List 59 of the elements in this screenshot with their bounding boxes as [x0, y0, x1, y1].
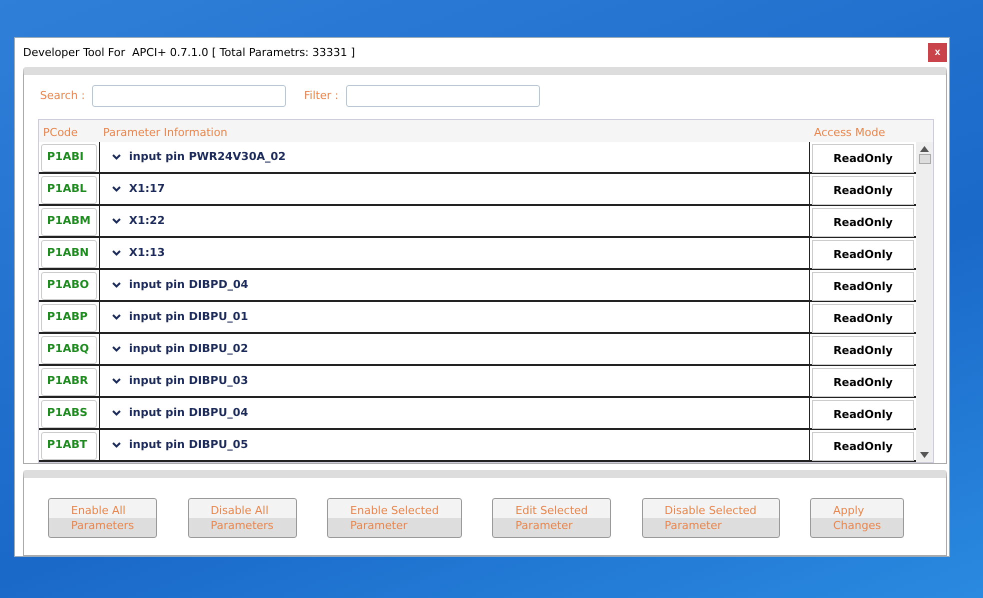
action-button[interactable]: Apply Changes — [810, 498, 904, 538]
pcode-cell: P1ABN — [41, 240, 97, 268]
close-button[interactable]: x — [928, 42, 947, 62]
scroll-up-arrow-icon[interactable] — [920, 146, 929, 152]
access-mode-cell: ReadOnly — [812, 176, 914, 205]
chevron-down-icon[interactable] — [112, 410, 121, 416]
chevron-down-icon[interactable] — [112, 378, 121, 384]
action-button[interactable]: Enable All Parameters — [48, 498, 157, 538]
access-mode-cell: ReadOnly — [812, 432, 914, 461]
access-mode-cell: ReadOnly — [812, 304, 914, 333]
chevron-down-icon[interactable] — [112, 346, 121, 352]
parameter-info: input pin DIBPU_03 — [129, 374, 248, 388]
parameter-info: input pin PWR24V30A_02 — [129, 150, 286, 164]
filter-label: Filter : — [304, 89, 340, 102]
chevron-down-icon[interactable] — [112, 282, 121, 288]
pcode-cell: P1ABL — [41, 176, 97, 204]
search-label: Search : — [40, 89, 86, 102]
parameter-info: X1:13 — [129, 246, 165, 260]
action-button[interactable]: Edit Selected Parameter — [492, 498, 611, 538]
access-mode-cell: ReadOnly — [812, 208, 914, 237]
scroll-down-arrow-icon[interactable] — [920, 452, 929, 458]
chevron-down-icon[interactable] — [112, 250, 121, 256]
pcode-cell: P1ABM — [41, 208, 97, 236]
access-mode-cell: ReadOnly — [812, 144, 914, 173]
parameter-info: input pin DIBPU_01 — [129, 310, 248, 324]
chevron-down-icon[interactable] — [112, 218, 121, 224]
pcode-cell: P1ABO — [41, 272, 97, 300]
action-button[interactable]: Disable All Parameters — [188, 498, 297, 538]
access-mode-cell: ReadOnly — [812, 400, 914, 429]
chevron-down-icon[interactable] — [112, 186, 121, 192]
pcode-cell: P1ABT — [41, 432, 97, 460]
search-field[interactable] — [92, 84, 286, 107]
parameter-info: X1:17 — [129, 182, 165, 196]
column-header: Access Mode — [813, 126, 886, 141]
parameter-info: input pin DIBPU_05 — [129, 438, 248, 452]
pcode-cell: P1ABP — [41, 304, 97, 332]
chevron-down-icon[interactable] — [112, 154, 121, 160]
pcode-cell: P1ABI — [41, 144, 97, 172]
access-mode-cell: ReadOnly — [812, 368, 914, 397]
parameter-info: input pin DIBPU_04 — [129, 406, 248, 420]
access-mode-cell: ReadOnly — [812, 272, 914, 301]
parameter-info: input pin DIBPD_04 — [129, 278, 248, 292]
pcode-cell: P1ABR — [41, 368, 97, 396]
filter-field[interactable] — [346, 84, 540, 107]
action-button[interactable]: Disable Selected Parameter — [642, 498, 780, 538]
column-header: Parameter Information — [102, 126, 228, 141]
pcode-cell: P1ABS — [41, 400, 97, 428]
parameter-info: X1:22 — [129, 214, 165, 228]
chevron-down-icon[interactable] — [112, 442, 121, 448]
access-mode-cell: ReadOnly — [812, 336, 914, 365]
pcode-cell: P1ABQ — [41, 336, 97, 364]
scroll-thumb[interactable] — [918, 154, 930, 164]
parameter-info: input pin DIBPU_02 — [129, 342, 248, 356]
window-title: Developer Tool For APCI+ 0.7.1.0 [ Total Parametrs: 33331 ] — [23, 46, 356, 59]
action-button[interactable]: Enable Selected Parameter — [327, 498, 462, 538]
chevron-down-icon[interactable] — [112, 314, 121, 320]
scrollbar[interactable] — [916, 142, 933, 462]
access-mode-cell: ReadOnly — [812, 240, 914, 269]
column-header: PCode — [42, 126, 79, 141]
